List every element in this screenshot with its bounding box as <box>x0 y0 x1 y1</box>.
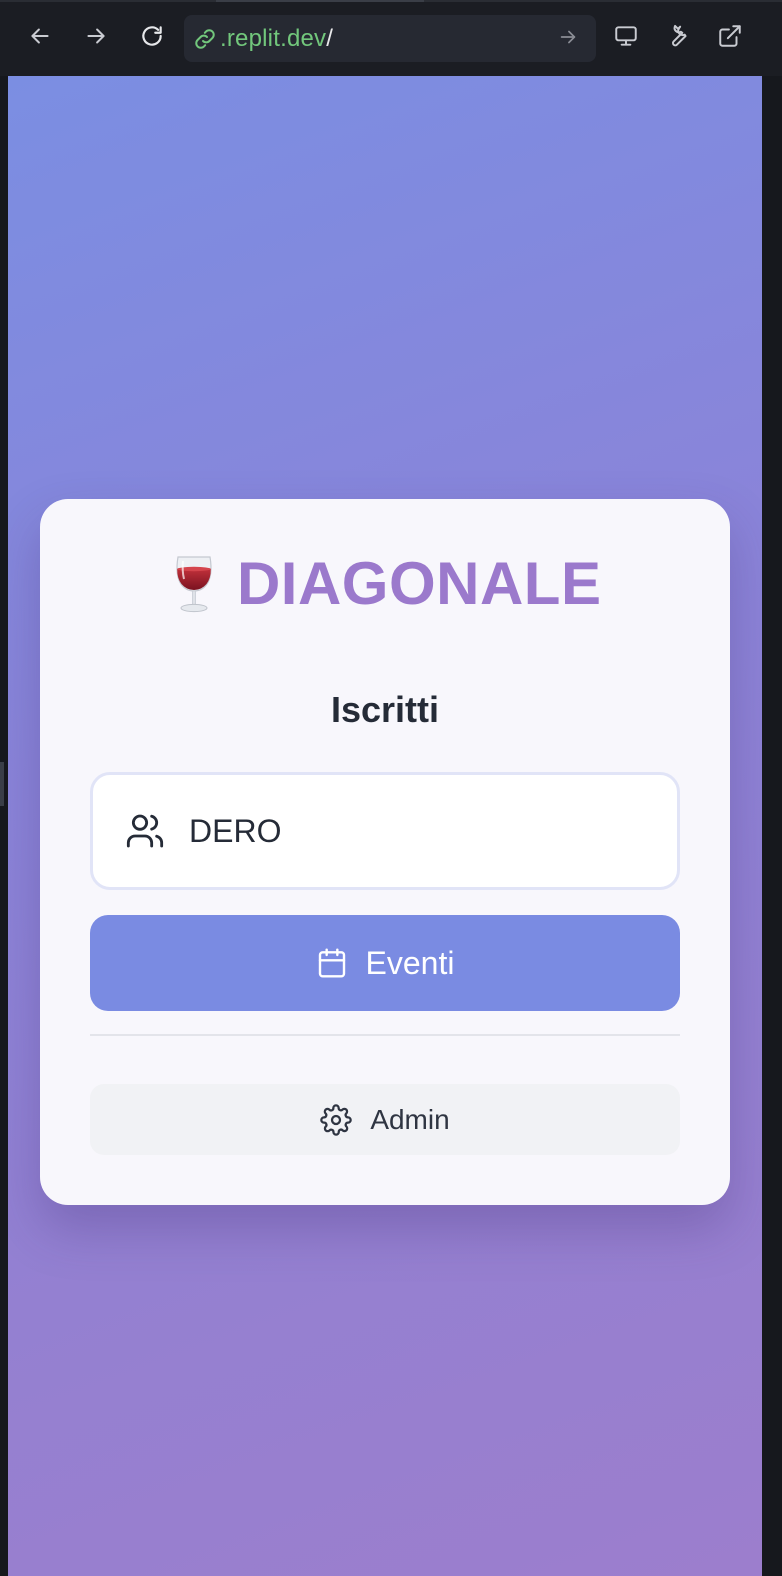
reload-icon <box>139 23 165 54</box>
open-new-tab-button[interactable] <box>710 18 750 58</box>
panel-resize-handle[interactable] <box>0 762 4 806</box>
reload-button[interactable] <box>132 18 172 58</box>
active-tab-indicator <box>216 0 424 2</box>
browser-toolbar: .replit.dev / <box>0 0 782 76</box>
right-panel-edge <box>762 76 782 1576</box>
events-button-label: Eventi <box>365 944 455 981</box>
calendar-icon <box>316 947 348 979</box>
back-button[interactable] <box>20 18 60 58</box>
go-button[interactable] <box>554 25 582 53</box>
devtools-button[interactable] <box>658 18 698 58</box>
link-icon <box>192 26 218 52</box>
member-select[interactable]: DERO <box>90 772 680 890</box>
home-card: DIAGONALE Iscritti DERO Eventi Admin <box>40 499 730 1205</box>
users-icon <box>125 811 165 851</box>
wine-glass-icon <box>169 553 219 615</box>
wrench-icon <box>665 23 691 54</box>
address-bar[interactable]: .replit.dev / <box>184 15 596 62</box>
member-select-value: DERO <box>189 812 282 849</box>
device-preview-button[interactable] <box>606 18 646 58</box>
page-viewport: DIAGONALE Iscritti DERO Eventi Admin <box>8 76 762 1576</box>
admin-button-label: Admin <box>370 1103 450 1135</box>
section-title: Iscritti <box>330 689 440 730</box>
tab-strip <box>0 0 782 2</box>
left-panel-edge <box>0 76 8 1576</box>
url-host: .replit.dev <box>220 24 327 52</box>
go-arrow-icon <box>557 26 579 53</box>
events-button[interactable]: Eventi <box>90 915 680 1011</box>
forward-arrow-icon <box>83 23 109 54</box>
admin-button[interactable]: Admin <box>90 1084 680 1155</box>
back-arrow-icon <box>27 23 53 54</box>
gear-icon <box>320 1103 353 1136</box>
brand-header: DIAGONALE <box>40 549 730 618</box>
divider <box>90 1034 680 1036</box>
brand-name: DIAGONALE <box>236 550 602 617</box>
open-external-icon <box>717 23 743 54</box>
forward-button[interactable] <box>76 18 116 58</box>
url-path: / <box>326 24 333 52</box>
desktop-icon <box>613 23 639 54</box>
